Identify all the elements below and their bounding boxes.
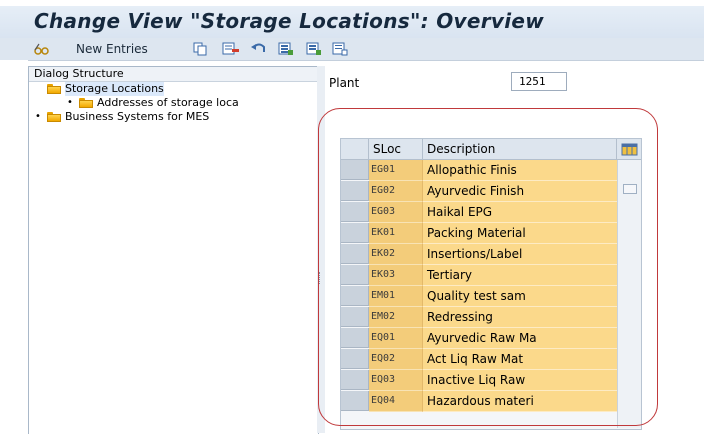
cell-sloc[interactable]: EK01 — [369, 223, 423, 244]
plant-label: Plant — [329, 76, 360, 90]
copy-icon[interactable] — [192, 41, 208, 57]
cell-description[interactable]: Haikal EPG — [423, 202, 617, 223]
folder-open-icon — [47, 84, 61, 94]
cell-description[interactable]: Insertions/Label — [423, 244, 617, 265]
cell-description[interactable]: Ayurvedic Finish — [423, 181, 617, 202]
folder-icon — [79, 98, 93, 108]
cell-description[interactable]: Hazardous materi — [423, 391, 617, 412]
deselect-all-icon[interactable] — [332, 41, 348, 57]
cell-sloc[interactable]: EM02 — [369, 307, 423, 328]
cell-description[interactable]: Redressing — [423, 307, 617, 328]
scroll-thumb[interactable] — [623, 184, 637, 194]
cell-sloc[interactable]: EK02 — [369, 244, 423, 265]
row-selector[interactable] — [341, 391, 369, 411]
cell-sloc[interactable]: EG02 — [369, 181, 423, 202]
select-all-header[interactable] — [341, 139, 369, 160]
panel-splitter[interactable] — [317, 66, 325, 433]
tree-item-label: Addresses of storage loca — [97, 96, 239, 109]
left-margin — [0, 60, 28, 433]
row-selector[interactable] — [341, 349, 369, 369]
row-selector[interactable] — [341, 202, 369, 222]
select-all-icon[interactable] — [278, 41, 294, 57]
bullet-icon: • — [35, 111, 41, 122]
table-settings-icon[interactable] — [617, 139, 641, 159]
plant-field[interactable]: 1251 — [511, 72, 567, 91]
tree-item-label: Business Systems for MES — [65, 110, 210, 123]
cell-sloc[interactable]: EG01 — [369, 160, 423, 181]
application-toolbar: New Entries — [0, 38, 704, 61]
row-selector[interactable] — [341, 370, 369, 390]
tree-item-business-systems[interactable]: • Business Systems for MES — [33, 110, 317, 124]
cell-description[interactable]: Tertiary — [423, 265, 617, 286]
row-selector[interactable] — [341, 160, 369, 180]
title-bar: Change View "Storage Locations": Overvie… — [0, 6, 704, 38]
storage-locations-table: SLoc Description EG01 Allopathic Finis EG0… — [340, 138, 642, 430]
storage-locations-panel: Plant 1251 SLoc Description EG01 Allopath… — [325, 66, 704, 433]
row-selector[interactable] — [341, 244, 369, 264]
page-title: Change View "Storage Locations": Overvie… — [34, 9, 545, 33]
row-selector[interactable] — [341, 265, 369, 285]
cell-description[interactable]: Ayurvedic Raw Ma — [423, 328, 617, 349]
cell-sloc[interactable]: EK03 — [369, 265, 423, 286]
undo-icon[interactable] — [250, 41, 268, 57]
dialog-structure-panel: Dialog Structure Storage Locations • Add… — [28, 66, 323, 434]
row-selector[interactable] — [341, 307, 369, 327]
vertical-scrollbar[interactable] — [617, 160, 641, 428]
glasses-icon[interactable] — [33, 41, 51, 57]
column-header-sloc[interactable]: SLoc — [369, 139, 423, 160]
cell-sloc[interactable]: EQ03 — [369, 370, 423, 391]
row-selector[interactable] — [341, 286, 369, 306]
column-header-description[interactable]: Description — [423, 139, 617, 160]
folder-icon — [47, 112, 61, 122]
dialog-structure-header: Dialog Structure — [29, 67, 323, 82]
cell-description[interactable]: Packing Material — [423, 223, 617, 244]
tree-item-addresses[interactable]: • Addresses of storage loca — [33, 96, 317, 110]
cell-description[interactable]: Act Liq Raw Mat — [423, 349, 617, 370]
cell-sloc[interactable]: EM01 — [369, 286, 423, 307]
cell-description[interactable]: Allopathic Finis — [423, 160, 617, 181]
new-entries-button[interactable]: New Entries — [76, 41, 148, 57]
cell-description[interactable]: Quality test sam — [423, 286, 617, 307]
tree-item-storage-locations[interactable]: Storage Locations — [33, 82, 317, 96]
cell-sloc[interactable]: EQ01 — [369, 328, 423, 349]
tree-item-label: Storage Locations — [65, 82, 164, 96]
row-selector[interactable] — [341, 328, 369, 348]
row-selector[interactable] — [341, 223, 369, 243]
cell-sloc[interactable]: EQ04 — [369, 391, 423, 412]
bullet-icon: • — [67, 97, 73, 108]
delete-icon[interactable] — [222, 41, 240, 57]
select-block-icon[interactable] — [306, 41, 322, 57]
column-settings-button[interactable] — [617, 139, 641, 160]
cell-sloc[interactable]: EQ02 — [369, 349, 423, 370]
splitter-grip[interactable] — [319, 272, 322, 284]
row-selector[interactable] — [341, 181, 369, 201]
cell-description[interactable]: Inactive Liq Raw — [423, 370, 617, 391]
cell-sloc[interactable]: EG03 — [369, 202, 423, 223]
